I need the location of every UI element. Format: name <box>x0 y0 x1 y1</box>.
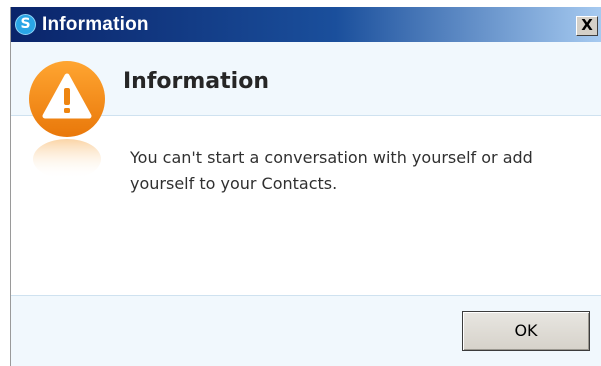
skype-icon: S <box>15 14 36 35</box>
app-icon-letter: S <box>20 16 31 32</box>
warning-icon <box>28 61 108 191</box>
dialog-window: S Information X Information You can't st… <box>10 7 601 366</box>
title-bar[interactable]: S Information X <box>11 7 601 42</box>
ok-button[interactable]: OK <box>462 311 590 351</box>
window-title: Information <box>42 14 149 35</box>
close-button[interactable]: X <box>576 16 598 36</box>
dialog-message: You can't start a conversation with your… <box>130 148 533 193</box>
dialog-heading: Information <box>123 69 269 94</box>
close-icon: X <box>581 16 593 34</box>
